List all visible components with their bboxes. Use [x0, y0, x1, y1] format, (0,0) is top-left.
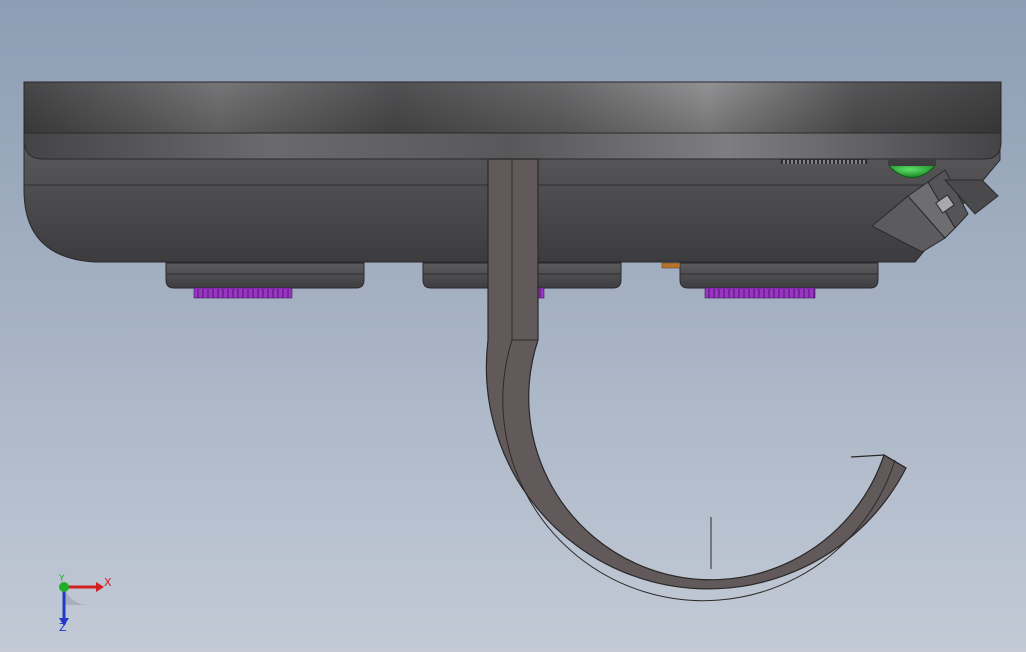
3d-model-view[interactable] [0, 0, 1026, 652]
y-axis-label: Y [59, 574, 65, 584]
coordinate-triad [59, 582, 104, 626]
cad-viewport[interactable]: X Y Z [0, 0, 1026, 652]
z-axis-label: Z [59, 621, 67, 634]
foot-right [679, 262, 879, 289]
foot-left [165, 262, 365, 289]
vent-strip [781, 159, 867, 164]
purple-connector-left [193, 287, 293, 299]
purple-connector-right [704, 287, 816, 299]
pendant-lip [23, 132, 1002, 160]
orange-detail [661, 262, 681, 269]
x-axis-label: X [104, 576, 112, 589]
